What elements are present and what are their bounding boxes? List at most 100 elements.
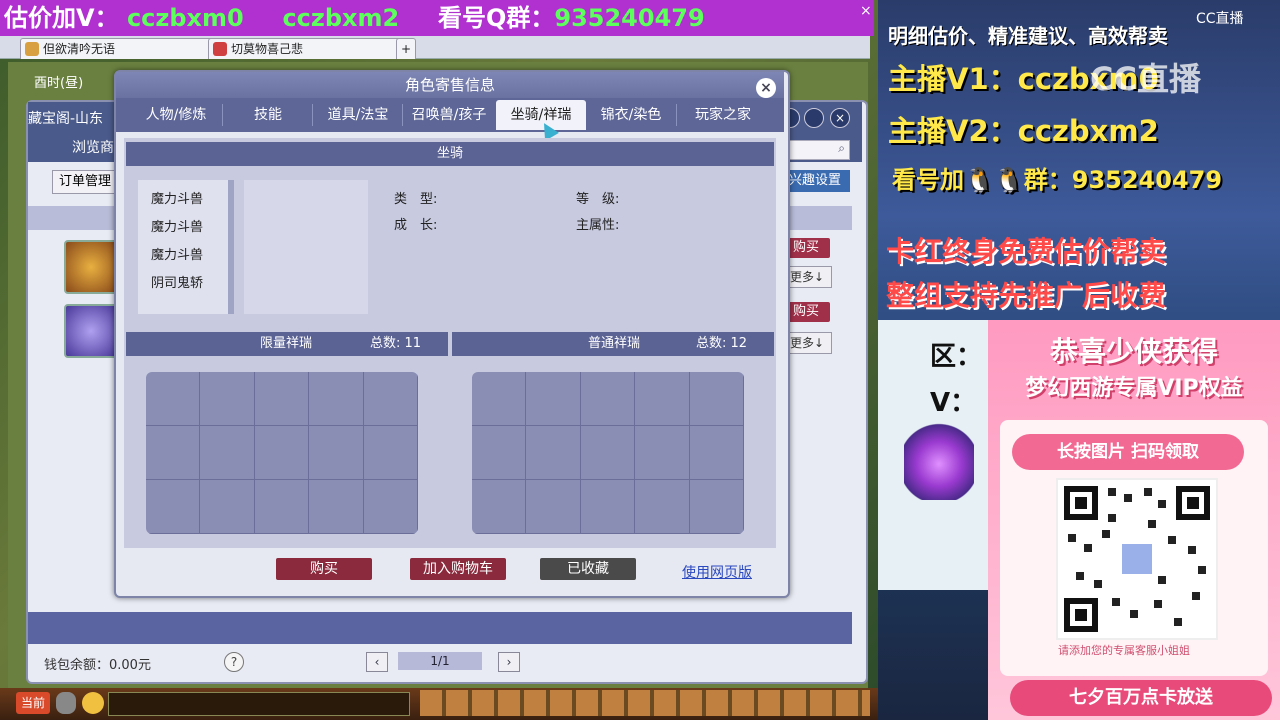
buy-button[interactable]: 购买: [276, 558, 372, 580]
tab-summons[interactable]: 召唤兽/孩子: [404, 100, 494, 130]
item-slot[interactable]: [146, 480, 201, 534]
emoji-icon[interactable]: [82, 692, 104, 714]
channel-current-button[interactable]: 当前: [16, 692, 50, 714]
avatar[interactable]: [64, 240, 118, 294]
chat-input[interactable]: [108, 692, 410, 716]
favorited-button[interactable]: 已收藏: [540, 558, 636, 580]
browser-tab-strip: 但欲清吟无语 × 切莫物喜己悲 × +: [0, 36, 870, 59]
item-slot[interactable]: [146, 372, 201, 426]
tab-character[interactable]: 人物/修炼: [134, 100, 218, 130]
tab-outfits[interactable]: 锦衣/染色: [588, 100, 674, 130]
vip-subtitle: 梦幻西游专属VIP权益: [1025, 376, 1243, 401]
browser-tab-1[interactable]: 但欲清吟无语 ×: [20, 38, 224, 59]
v-label: V：: [930, 388, 977, 418]
browser-tab-label: 但欲清吟无语: [43, 42, 116, 56]
help-icon[interactable]: ?: [224, 652, 244, 672]
outer-tab-browse[interactable]: 浏览商: [72, 137, 114, 157]
outer-tab-region[interactable]: 藏宝阁-山东: [28, 108, 103, 128]
web-version-link[interactable]: 使用网页版: [682, 562, 752, 582]
order-management-button[interactable]: 订单管理: [52, 170, 118, 194]
vip-bottom-banner: 七夕百万点卡放送: [1010, 680, 1272, 716]
item-slot[interactable]: [526, 426, 581, 480]
tab-skills[interactable]: 技能: [226, 100, 310, 130]
item-slot[interactable]: [635, 480, 690, 534]
item-slot[interactable]: [309, 480, 364, 534]
item-slot[interactable]: [526, 480, 581, 534]
tab-separator: [312, 104, 313, 126]
item-slot[interactable]: [254, 372, 310, 426]
banner-qgroup: 935240479: [554, 4, 705, 32]
browser-tab-label: 切莫物喜己悲: [231, 42, 304, 56]
tab-separator: [222, 104, 223, 126]
normal-count: 总数: 12: [696, 336, 748, 351]
qr-code-image: [1064, 486, 1210, 632]
avatar-icon: [213, 42, 227, 56]
list-item[interactable]: 魔力斗兽: [151, 244, 203, 263]
search-icon[interactable]: ⌕: [838, 141, 845, 156]
limited-auspicious-header: 限量祥瑞 总数: 11: [126, 332, 448, 356]
item-slot[interactable]: [200, 480, 255, 534]
item-slot[interactable]: [472, 480, 527, 534]
item-slot[interactable]: [580, 372, 636, 426]
attr-main-label: 主属性:: [576, 218, 620, 233]
new-tab-button[interactable]: +: [396, 38, 416, 59]
close-icon[interactable]: ×: [756, 78, 776, 98]
cc-live-logo: CC直播: [1196, 11, 1244, 27]
item-slot[interactable]: [689, 426, 744, 480]
item-slot[interactable]: [635, 372, 690, 426]
item-slot[interactable]: [254, 426, 310, 480]
item-slot[interactable]: [472, 372, 527, 426]
item-slot[interactable]: [580, 480, 636, 534]
avatar[interactable]: [64, 304, 118, 358]
page-indicator: 1/1: [398, 652, 482, 670]
search-input[interactable]: ⌕: [788, 140, 850, 160]
promo-line-3: 主播V2：cczbxm2: [888, 114, 1159, 148]
item-slot[interactable]: [200, 426, 255, 480]
item-slot[interactable]: [254, 480, 310, 534]
browser-tab-2[interactable]: 切莫物喜己悲 ×: [208, 38, 412, 59]
next-page-button[interactable]: ›: [498, 652, 520, 672]
item-slot[interactable]: [146, 426, 201, 480]
banner-close-icon[interactable]: ×: [860, 4, 874, 18]
mount-list-scrollbar[interactable]: [228, 180, 234, 314]
list-item[interactable]: 魔力斗兽: [151, 216, 203, 235]
item-slot[interactable]: [580, 426, 636, 480]
limited-auspicious-grid: [146, 372, 418, 534]
attr-growth-label: 成 长:: [394, 218, 438, 233]
interest-settings-button[interactable]: 兴趣设置: [780, 170, 850, 192]
prev-page-button[interactable]: ‹: [366, 652, 388, 672]
list-item[interactable]: 阴司鬼轿: [151, 272, 203, 291]
outer-footer-bar: [28, 612, 852, 644]
contact-banner: 估价加V： cczbxm0 cczbxm2 看号Q群：935240479: [0, 0, 874, 36]
item-slot[interactable]: [363, 372, 418, 426]
settings-icon[interactable]: [804, 108, 824, 128]
item-slot[interactable]: [526, 372, 581, 426]
tab-separator: [402, 104, 403, 126]
item-slot[interactable]: [309, 426, 364, 480]
item-slot[interactable]: [363, 480, 418, 534]
item-slot[interactable]: [472, 426, 527, 480]
item-slot[interactable]: [689, 372, 744, 426]
game-time: 酉时(昼): [34, 76, 84, 91]
banner-v2: cczbxm2: [282, 4, 400, 32]
attr-grade-label: 等 级:: [576, 192, 620, 207]
tab-player-home[interactable]: 玩家之家: [680, 100, 766, 130]
item-slot[interactable]: [635, 426, 690, 480]
zone-label: 区：: [930, 342, 983, 372]
crystal-orb-icon: [904, 420, 974, 500]
normal-auspicious-header: 普通祥瑞 总数: 12: [452, 332, 774, 356]
item-slot[interactable]: [689, 480, 744, 534]
close-icon[interactable]: ×: [830, 108, 850, 128]
item-slot[interactable]: [200, 372, 255, 426]
item-slot[interactable]: [309, 372, 364, 426]
wallet-balance: 钱包余额：0.00元: [44, 658, 151, 673]
tab-separator: [676, 104, 677, 126]
attr-type-label: 类 型:: [394, 192, 438, 207]
add-to-cart-button[interactable]: 加入购物车: [410, 558, 506, 580]
list-item[interactable]: 魔力斗兽: [151, 188, 203, 207]
tab-items[interactable]: 道具/法宝: [316, 100, 400, 130]
item-slot[interactable]: [363, 426, 418, 480]
skill-toolbar[interactable]: [420, 690, 870, 716]
microphone-icon[interactable]: [56, 692, 76, 714]
normal-title: 普通祥瑞: [588, 336, 641, 351]
